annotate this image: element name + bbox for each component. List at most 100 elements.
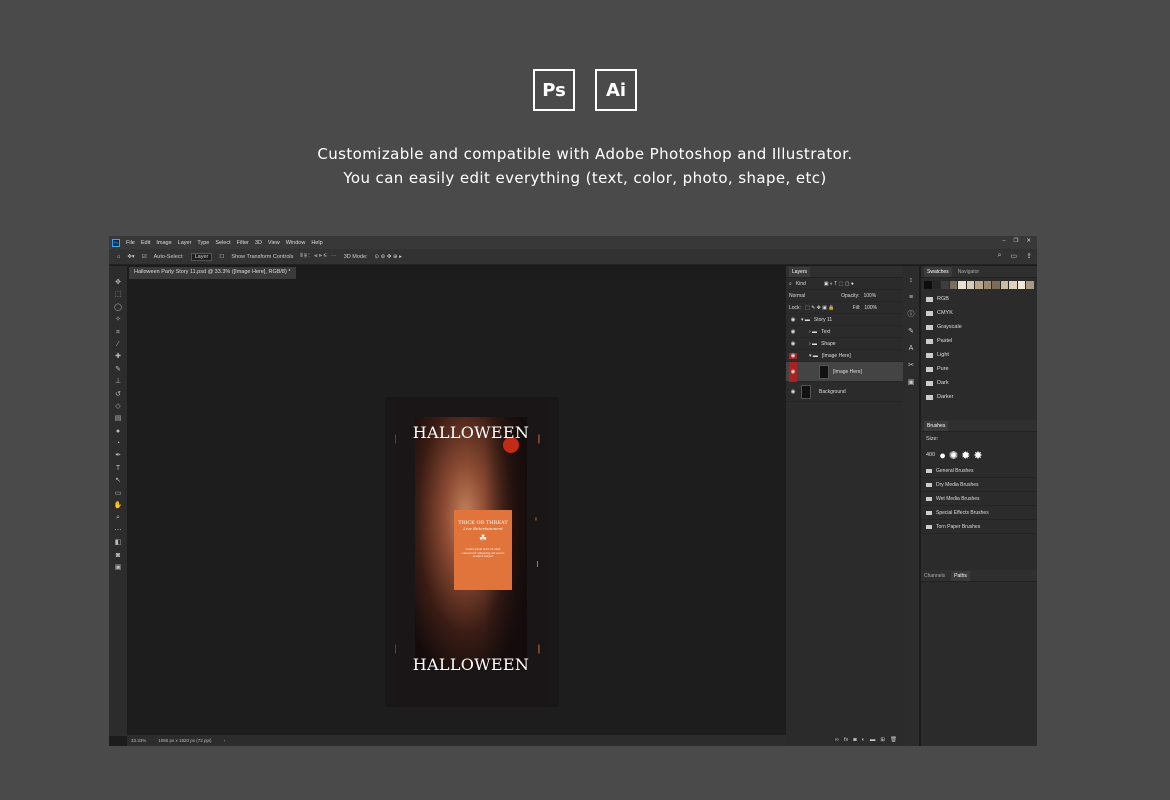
more-tools-icon[interactable]: ⋯	[113, 526, 123, 536]
visibility-eye-icon[interactable]: ◉	[789, 352, 797, 359]
swatch-group[interactable]: Pastel	[921, 334, 1037, 348]
cube-icon[interactable]: ▣	[907, 378, 916, 387]
new-layer-icon[interactable]: ⊞	[880, 737, 885, 743]
filter-icons[interactable]: ▣ ◐ T ⬚ ▢ ●	[824, 281, 854, 287]
color-swatch[interactable]	[975, 281, 983, 289]
color-swatch[interactable]	[983, 281, 992, 289]
brush-group[interactable]: Dry Media Brushes	[921, 478, 1037, 492]
color-swatch-icon[interactable]: ◧	[113, 538, 123, 548]
fx-icon[interactable]: fx	[844, 737, 848, 743]
layer-row[interactable]: ◉ › ▬ Shape	[786, 338, 903, 350]
history-brush-icon[interactable]: ↺	[113, 390, 123, 400]
menu-layer[interactable]: Layer	[178, 240, 192, 246]
color-swatch[interactable]	[966, 281, 975, 289]
menu-window[interactable]: Window	[286, 240, 306, 246]
tool-presets-icon[interactable]: ✂	[907, 361, 916, 370]
tab-navigator[interactable]: Navigator	[958, 269, 979, 275]
lasso-tool-icon[interactable]: ◯	[113, 303, 123, 313]
color-swatch[interactable]	[1009, 281, 1017, 289]
color-swatch[interactable]	[924, 281, 932, 289]
layer-row[interactable]: ◉ › ▬ Text	[786, 326, 903, 338]
quick-mask-icon[interactable]: ◙	[113, 551, 123, 561]
move-tool-icon[interactable]: ✥	[113, 278, 123, 288]
type-tool-icon[interactable]: T	[113, 464, 123, 474]
align-icons[interactable]: ⫴ ⫵ ⫶ ⫷ ⫸ ⫹ ⋯	[300, 253, 336, 260]
pen-tool-icon[interactable]: ✒	[113, 451, 123, 461]
zoom-level[interactable]: 33.33%	[131, 738, 146, 743]
blend-mode-select[interactable]: Normal	[789, 293, 805, 299]
menu-select[interactable]: Select	[215, 240, 230, 246]
document-tab[interactable]: Halloween Party Story 11.psd @ 33.3% ([I…	[129, 267, 296, 279]
swatch-group[interactable]: Pure	[921, 362, 1037, 376]
eraser-tool-icon[interactable]: ◇	[113, 402, 123, 412]
brush-presets[interactable]: 400 ● ✺ ✹ ✸	[921, 446, 1037, 464]
brush-group[interactable]: Special Effects Brushes	[921, 506, 1037, 520]
photoshop-app-icon[interactable]: Ps	[112, 238, 120, 247]
screen-mode-icon[interactable]: ▣	[113, 563, 123, 573]
swatch-group[interactable]: Darker	[921, 390, 1037, 404]
tab-channels[interactable]: Channels	[924, 573, 945, 579]
visibility-eye-icon[interactable]: ◉	[789, 317, 797, 323]
adjustment-layer-icon[interactable]: ◐	[862, 737, 865, 743]
share-icon[interactable]: ⇪	[1026, 252, 1032, 260]
visibility-eye-icon[interactable]: ◉	[789, 329, 797, 335]
tab-paths[interactable]: Paths	[951, 570, 970, 581]
move-tool-icon[interactable]: ✥▾	[127, 254, 134, 260]
3d-tools-icons[interactable]: ⊙ ⊚ ✥ ⊕ ▸	[375, 254, 402, 260]
swatch-group[interactable]: CMYK	[921, 306, 1037, 320]
swatch-group[interactable]: RGB	[921, 292, 1037, 306]
visibility-eye-icon[interactable]: ◉	[789, 361, 797, 382]
brush-group[interactable]: Torn Paper Brushes	[921, 520, 1037, 534]
history-icon[interactable]: ↕	[907, 276, 916, 285]
properties-icon[interactable]: ≡	[907, 293, 916, 302]
workspace-icon[interactable]: ▭	[1011, 252, 1018, 260]
swatch-group[interactable]: Grayscale	[921, 320, 1037, 334]
new-group-icon[interactable]: ▬	[870, 737, 876, 743]
menu-filter[interactable]: Filter	[237, 240, 249, 246]
hand-tool-icon[interactable]: ✋	[113, 501, 123, 511]
tab-swatches[interactable]: Swatches	[924, 266, 952, 277]
color-swatch[interactable]	[1000, 281, 1009, 289]
add-mask-icon[interactable]: ◙	[853, 737, 856, 743]
tab-brushes[interactable]: Brushes	[924, 420, 949, 431]
color-swatch[interactable]	[941, 281, 949, 289]
brush-group[interactable]: Wet Media Brushes	[921, 492, 1037, 506]
layer-row[interactable]: ◉ ▾ ▬ Story 11	[786, 314, 903, 326]
path-selection-icon[interactable]: ↖	[113, 476, 123, 486]
auto-select-checkbox[interactable]: ☑	[142, 254, 147, 260]
show-transform-checkbox[interactable]: ☐	[219, 254, 224, 260]
info-icon[interactable]: ⓘ	[907, 310, 916, 319]
filter-kind[interactable]: Kind	[796, 281, 806, 287]
gradient-tool-icon[interactable]: ▤	[113, 414, 123, 424]
tab-layers[interactable]: Layers	[789, 266, 811, 277]
layer-dropdown[interactable]: Layer	[190, 252, 213, 261]
color-swatch[interactable]	[1017, 281, 1026, 289]
menu-file[interactable]: File	[126, 240, 135, 246]
menu-image[interactable]: Image	[156, 240, 171, 246]
fill-value[interactable]: 100%	[864, 305, 877, 311]
layer-row[interactable]: ◉ Background	[786, 382, 903, 402]
search-icon[interactable]: ⌕	[998, 252, 1002, 260]
magic-wand-icon[interactable]: ✧	[113, 315, 123, 325]
color-swatch[interactable]	[949, 281, 958, 289]
menu-edit[interactable]: Edit	[141, 240, 150, 246]
canvas-area[interactable]: HALLOWEEN HALLOWEEN TRICK OR THREAT Live…	[129, 279, 787, 735]
blur-tool-icon[interactable]: ●	[113, 427, 123, 437]
status-arrow-icon[interactable]: ›	[224, 738, 226, 743]
filter-search-icon[interactable]: ⌕	[789, 281, 792, 287]
eyedropper-icon[interactable]: ⁄	[113, 340, 123, 350]
visibility-eye-icon[interactable]: ◉	[789, 389, 797, 395]
character-icon[interactable]: A	[907, 344, 916, 353]
color-swatch[interactable]	[932, 281, 941, 289]
home-icon[interactable]: ⌂	[117, 254, 120, 260]
menu-view[interactable]: View	[268, 240, 280, 246]
minimize-icon[interactable]: –	[1002, 238, 1005, 244]
lock-icons[interactable]: ⬚ ✎ ✥ ▣ 🔒	[805, 305, 835, 311]
swatch-group[interactable]: Light	[921, 348, 1037, 362]
rectangle-tool-icon[interactable]: ▭	[113, 489, 123, 499]
brush-group[interactable]: General Brushes	[921, 464, 1037, 478]
menu-help[interactable]: Help	[311, 240, 322, 246]
menu-3d[interactable]: 3D	[255, 240, 262, 246]
marquee-tool-icon[interactable]: ⬚	[113, 290, 123, 300]
clone-stamp-icon[interactable]: ⊥	[113, 377, 123, 387]
